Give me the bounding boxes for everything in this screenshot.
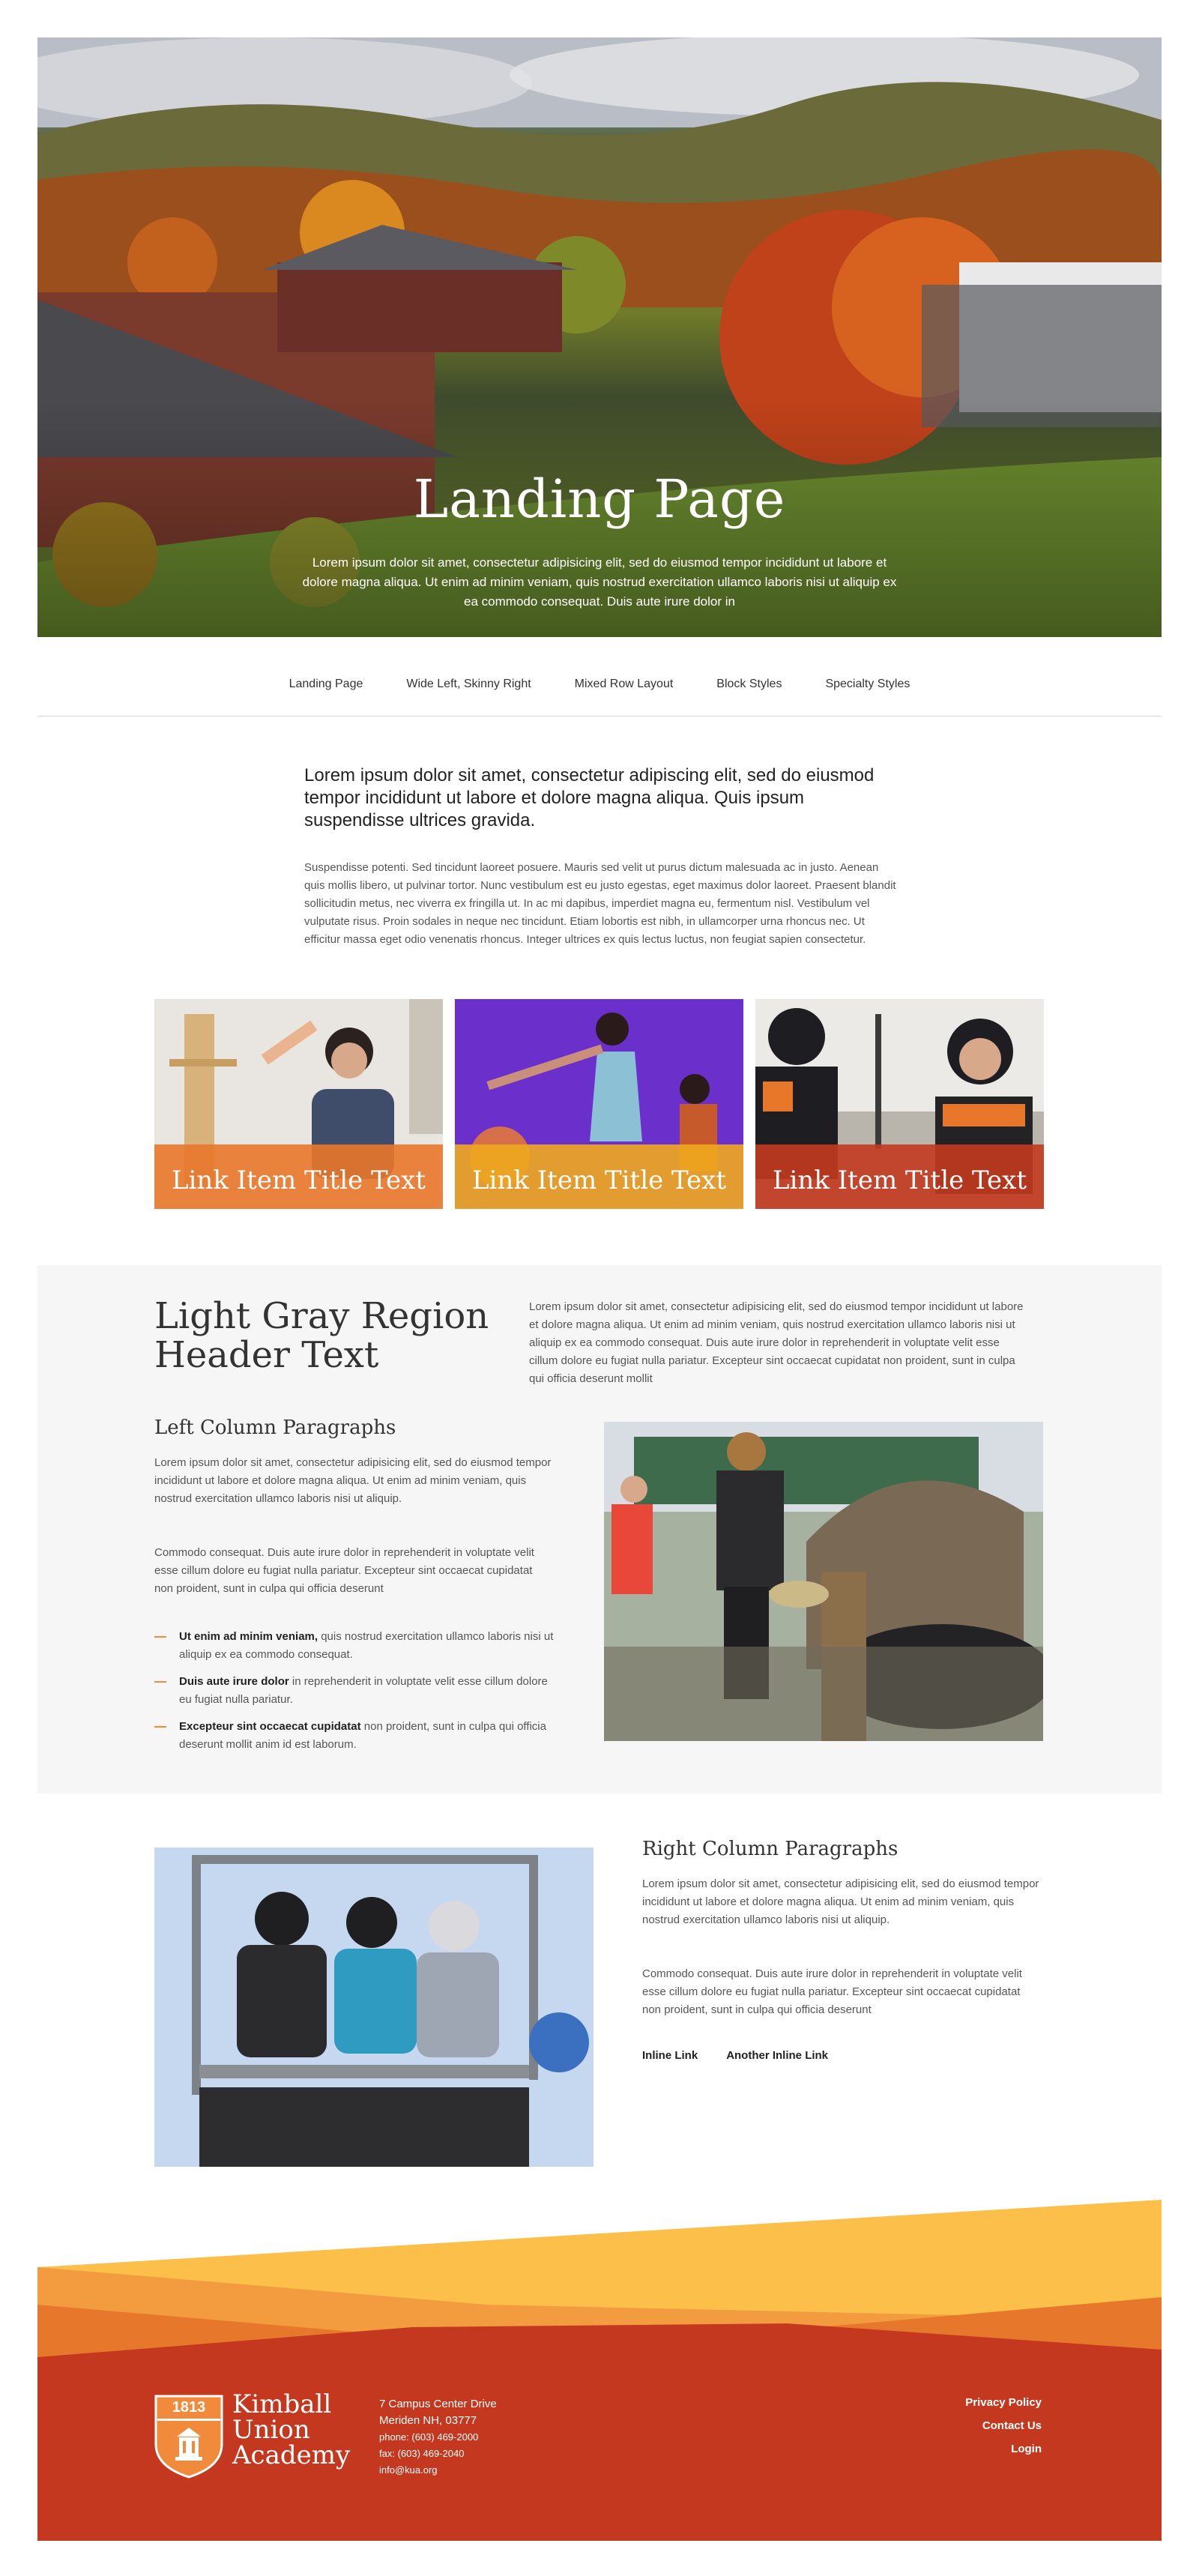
- footer-nav: Privacy Policy Contact Us Login: [965, 2396, 1042, 2466]
- right-column-heading: Right Column Paragraphs: [642, 1838, 899, 1860]
- bullet-bold: Ut enim ad minim veniam,: [179, 1630, 318, 1643]
- subnav-item-mixed-row-layout[interactable]: Mixed Row Layout: [570, 675, 678, 694]
- phone-number: phone: (603) 469-2000: [379, 2431, 479, 2443]
- card-title: Link Item Title Text: [171, 1165, 426, 1195]
- logo-wordmark: Kimball Union Academy: [232, 2392, 360, 2468]
- inline-link[interactable]: Inline Link: [642, 2049, 698, 2062]
- left-column-paragraph: Lorem ipsum dolor sit amet, consectetur …: [154, 1456, 552, 1505]
- link-card-art[interactable]: Link Item Title Text: [154, 999, 443, 1209]
- bullet-bold: Excepteur sint occaecat cupidatat: [179, 1720, 361, 1733]
- contact-us-link[interactable]: Contact Us: [965, 2419, 1042, 2432]
- bullet-list: Ut enim ad minim veniam, quis nostrud ex…: [154, 1628, 563, 1763]
- subnav-item-block-styles[interactable]: Block Styles: [712, 675, 786, 694]
- kua-logo[interactable]: 1813 Kimball Union Academy: [154, 2392, 360, 2485]
- site-footer: 1813 Kimball Union Academy 7 Campus Cent…: [37, 2200, 1162, 2541]
- right-column-paragraph: Lorem ipsum dolor sit amet, consectetur …: [642, 1877, 1039, 1926]
- logo-line: Union: [232, 2415, 310, 2445]
- card-title: Link Item Title Text: [471, 1165, 727, 1195]
- gray-region-intro: Lorem ipsum dolor sit amet, consectetur …: [529, 1300, 1024, 1385]
- left-column-heading: Left Column Paragraphs: [154, 1417, 396, 1439]
- another-inline-link[interactable]: Another Inline Link: [726, 2049, 828, 2062]
- page-title: Landing Page: [413, 468, 786, 530]
- bullet-bold: Duis aute irure dolor: [179, 1675, 289, 1688]
- link-card-dance[interactable]: Link Item Title Text: [455, 999, 743, 1209]
- subnav-item-specialty-styles[interactable]: Specialty Styles: [821, 675, 914, 694]
- hero-banner: Landing Page Lorem ipsum dolor sit amet,…: [37, 37, 1162, 637]
- logo-line: Kimball: [232, 2389, 332, 2419]
- hero-intro: Lorem ipsum dolor sit amet, consectetur …: [302, 555, 897, 609]
- card-title: Link Item Title Text: [772, 1165, 1027, 1195]
- intro-body: Suspendisse potenti. Sed tincidunt laore…: [304, 861, 896, 946]
- section-nav: Landing Page Wide Left, Skinny Right Mix…: [37, 652, 1162, 717]
- subnav-item-landing-page[interactable]: Landing Page: [285, 675, 368, 694]
- gray-region-header: Light Gray Region Header Text: [154, 1295, 489, 1376]
- farm-photo: [604, 1422, 1043, 1741]
- footer-wave-graphic: [37, 2200, 1162, 2541]
- email-address: info@kua.org: [379, 2464, 438, 2476]
- fax-number: fax: (603) 469-2040: [379, 2448, 465, 2459]
- ski-lift-photo: [154, 1847, 594, 2167]
- privacy-policy-link[interactable]: Privacy Policy: [965, 2396, 1042, 2409]
- bullet-item: Duis aute irure dolor in reprehenderit i…: [154, 1673, 563, 1709]
- intro-lead: Lorem ipsum dolor sit amet, consectetur …: [304, 765, 875, 830]
- bullet-item: Ut enim ad minim veniam, quis nostrud ex…: [154, 1628, 563, 1664]
- subnav-item-wide-left-skinny-right[interactable]: Wide Left, Skinny Right: [402, 675, 535, 694]
- address-line: Meriden NH, 03777: [379, 2414, 477, 2427]
- inline-links: Inline Link Another Inline Link: [642, 2049, 828, 2062]
- left-column-paragraph: Commodo consequat. Duis aute irure dolor…: [154, 1546, 534, 1595]
- logo-year: 1813: [172, 2399, 206, 2416]
- right-column-paragraph: Commodo consequat. Duis aute irure dolor…: [642, 1967, 1022, 2016]
- footer-address: 7 Campus Center Drive Meriden NH, 03777 …: [379, 2396, 497, 2479]
- address-line: 7 Campus Center Drive: [379, 2398, 497, 2410]
- login-link[interactable]: Login: [965, 2443, 1042, 2455]
- link-card-hockey[interactable]: Link Item Title Text: [755, 999, 1044, 1209]
- bullet-item: Excepteur sint occaecat cupidatat non pr…: [154, 1718, 563, 1754]
- logo-line: Academy: [232, 2440, 351, 2470]
